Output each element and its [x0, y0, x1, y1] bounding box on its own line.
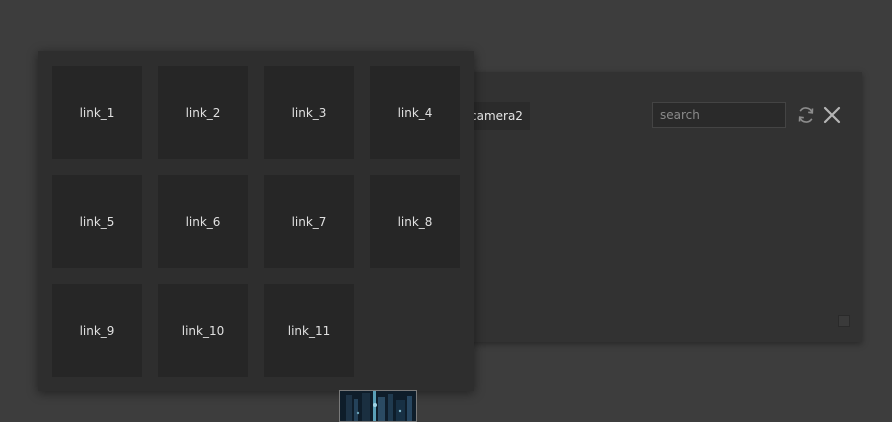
link-label: link_4 [397, 105, 433, 120]
link-label: link_10 [181, 323, 225, 338]
link-tile[interactable]: link_3 [264, 66, 354, 159]
link-label: link_6 [185, 214, 221, 229]
link-tile[interactable]: link_4 [370, 66, 460, 159]
close-icon[interactable] [822, 105, 842, 125]
corner-checkbox[interactable] [838, 315, 850, 327]
link-tile[interactable]: link_2 [158, 66, 248, 159]
link-label: link_8 [397, 214, 433, 229]
link-tile[interactable]: link_7 [264, 175, 354, 268]
link-label: link_3 [291, 105, 327, 120]
link-tile[interactable]: link_11 [264, 284, 354, 377]
link-label: link_2 [185, 105, 221, 120]
thumbnail-image [340, 391, 416, 421]
link-tile[interactable]: link_6 [158, 175, 248, 268]
link-label: link_11 [287, 323, 331, 338]
link-grid: link_1 link_2 link_3 link_4 link_5 link_… [52, 66, 460, 377]
link-label: link_5 [79, 214, 115, 229]
link-label: link_9 [79, 323, 115, 338]
link-tile[interactable]: link_5 [52, 175, 142, 268]
link-menu: link_1 link_2 link_3 link_4 link_5 link_… [38, 51, 474, 391]
refresh-icon[interactable] [796, 105, 816, 125]
search-input[interactable] [652, 102, 786, 128]
camera-thumbnail[interactable] [339, 390, 417, 422]
link-tile[interactable]: link_10 [158, 284, 248, 377]
camera-tab-label: camera2 [470, 109, 523, 123]
link-label: link_1 [79, 105, 115, 120]
link-tile[interactable]: link_8 [370, 175, 460, 268]
link-tile[interactable]: link_9 [52, 284, 142, 377]
camera-panel: camera2 [440, 72, 862, 342]
link-tile[interactable]: link_1 [52, 66, 142, 159]
link-label: link_7 [291, 214, 327, 229]
